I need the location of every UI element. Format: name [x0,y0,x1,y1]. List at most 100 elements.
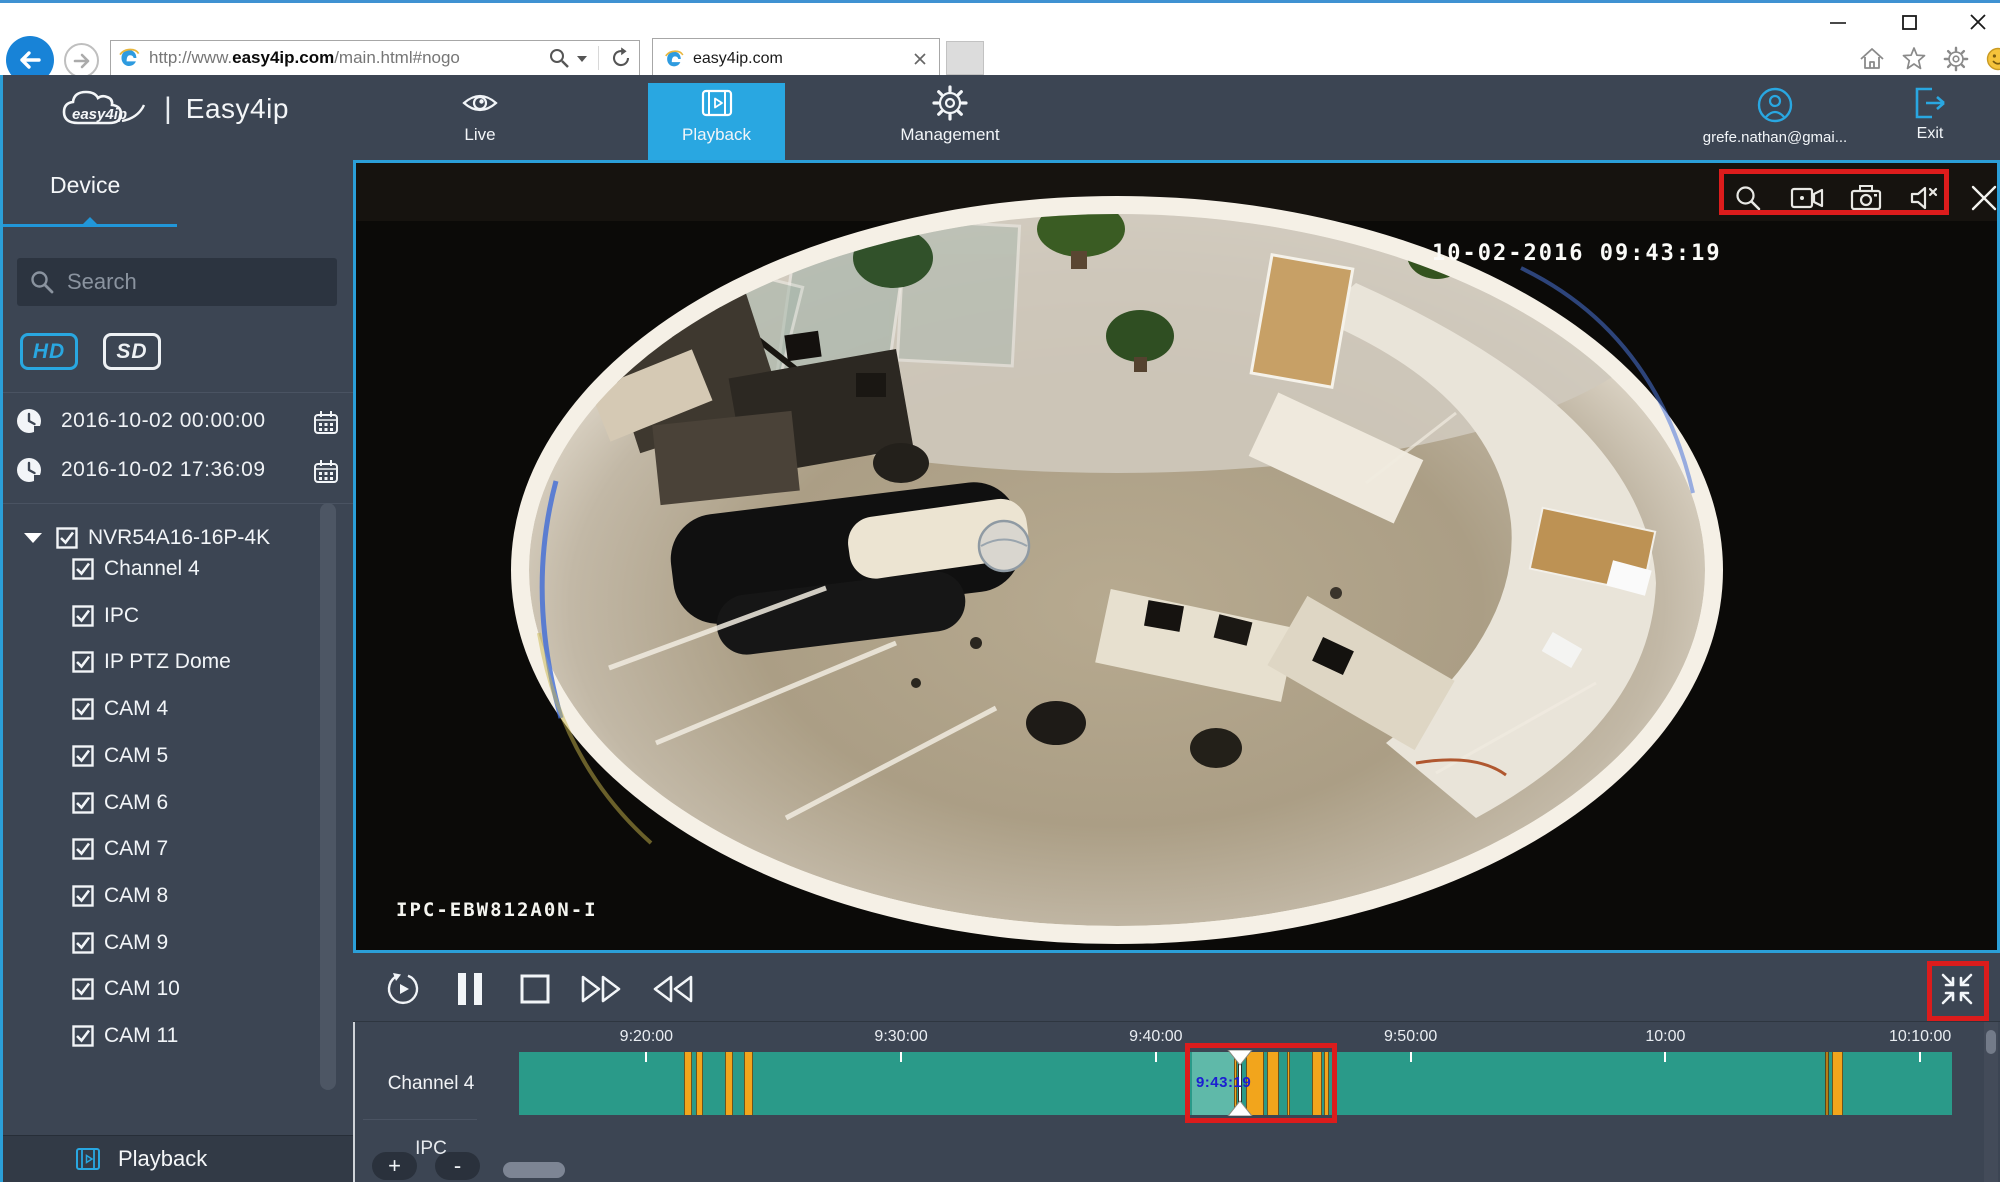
end-time-row: 2016-10-02 17:36:09 [0,455,353,485]
checkbox-icon[interactable] [72,1025,94,1047]
exit-button[interactable]: Exit [1880,85,1980,143]
start-time-row: 2016-10-02 00:00:00 [0,406,353,436]
tree-item-label: NVR54A16-16P-4K [88,526,270,550]
browser-tab[interactable]: easy4ip.com [652,38,940,78]
tree-item-label: Channel 4 [104,557,200,581]
checkbox-icon[interactable] [72,792,94,814]
device-tree: NVR54A16-16P-4K Channel 4 IPC IP PTZ Dome C… [0,505,353,1182]
home-button[interactable] [1858,45,1886,73]
nav-management[interactable]: Management [880,83,1020,160]
home-icon [1859,46,1885,72]
maximize-button[interactable] [1886,9,1932,35]
tree-item-label: CAM 4 [104,697,168,721]
ruler-tick [645,1052,647,1062]
tree-item-nvr[interactable]: NVR54A16-16P-4K [0,523,340,553]
checkbox-icon[interactable] [72,978,94,1000]
tree-item-cam-7[interactable]: CAM 7 [0,834,340,864]
search-icon[interactable] [548,47,570,69]
rewind-button[interactable] [648,966,694,1012]
tab-close-icon[interactable] [911,50,929,68]
favorites-button[interactable] [1900,45,1928,73]
tree-item-label: CAM 8 [104,884,168,908]
nav-live[interactable]: Live [410,83,550,160]
tree-item-label: CAM 10 [104,977,180,1001]
app-window: http://www.easy4ip.com/main.html#nogo ea… [0,0,2000,1182]
address-bar[interactable]: http://www.easy4ip.com/main.html#nogo [110,40,640,76]
timeline-event [696,1052,703,1115]
timeline-scrollbar-thumb[interactable] [1986,1030,1996,1054]
timeline-row-label: Channel 4 [355,1052,507,1115]
checkbox-icon[interactable] [72,838,94,860]
active-tab-caret [82,217,98,225]
tree-item-cam-8[interactable]: CAM 8 [0,881,340,911]
maximize-icon [1898,11,1920,33]
checkbox-icon[interactable] [72,651,94,673]
nav-playback[interactable]: Playback [648,83,785,160]
fast-forward-icon [581,972,625,1006]
search-input[interactable] [67,269,307,295]
timeline-horizontal-scrollbar[interactable] [503,1162,565,1178]
start-time-value[interactable]: 2016-10-02 00:00:00 [61,409,266,433]
sd-button[interactable]: SD [103,333,161,370]
tree-item-channel-4[interactable]: Channel 4 [0,554,340,584]
tree-item-cam-4[interactable]: CAM 4 [0,694,340,724]
app-header: easy4ip | Easy4ip Live [0,75,2000,160]
sidebar-playback-tab[interactable]: Playback [0,1135,353,1182]
ie-logo-icon [117,46,141,70]
settings-button[interactable] [1942,45,1970,73]
tree-item-label: CAM 6 [104,791,168,815]
fast-forward-button[interactable] [580,966,626,1012]
checkbox-icon[interactable] [72,745,94,767]
checkbox-icon[interactable] [72,605,94,627]
tree-item-cam-6[interactable]: CAM 6 [0,788,340,818]
new-tab-button[interactable] [946,41,984,75]
checkbox-icon[interactable] [72,932,94,954]
annotation-box-timeline-playhead [1185,1043,1337,1123]
search-box[interactable] [17,258,337,306]
checkbox-icon[interactable] [72,558,94,580]
device-sidebar: Device HD SD 2016-10-02 00:00:00 [0,160,353,1182]
checkbox-icon[interactable] [72,885,94,907]
exit-icon [1911,85,1949,121]
ruler-tick [1410,1052,1412,1062]
calendar-icon[interactable] [311,457,341,487]
end-time-value[interactable]: 2016-10-02 17:36:09 [61,458,266,482]
calendar-icon[interactable] [311,408,341,438]
timeline-zoom-out-button[interactable]: - [435,1152,480,1180]
stop-button[interactable] [512,966,558,1012]
checkbox-icon[interactable] [56,527,78,549]
replay-button[interactable] [380,966,426,1012]
tree-item-ipc[interactable]: IPC [0,601,340,631]
tree-item-label: IPC [104,604,139,628]
stop-icon [517,971,553,1007]
tree-item-cam-10[interactable]: CAM 10 [0,974,340,1004]
tree-item-ip-ptz-dome[interactable]: IP PTZ Dome [0,647,340,677]
fisheye-camera-view [356,163,1997,950]
forward-button[interactable] [64,43,99,78]
expand-caret-icon[interactable] [24,533,42,543]
url-text: http://www.easy4ip.com/main.html#nogo [149,48,548,68]
tree-item-cam-9[interactable]: CAM 9 [0,928,340,958]
refresh-icon[interactable] [609,46,633,70]
brand-name: Easy4ip [186,93,289,125]
pause-button[interactable] [447,966,493,1012]
ruler-tick [1155,1052,1157,1062]
video-viewport[interactable]: 10-02-2016 09:43:19 IPC-EBW812A0N-I [353,160,2000,953]
sidebar-scrollbar[interactable] [320,503,336,1090]
tree-item-cam-11[interactable]: CAM 11 [0,1021,340,1051]
tab-device[interactable]: Device [50,172,120,199]
account-menu[interactable]: grefe.nathan@gmai... [1665,85,1885,146]
minimize-button[interactable] [1815,9,1861,35]
playback-controls-bar [353,955,2000,1022]
tree-item-cam-5[interactable]: CAM 5 [0,741,340,771]
feedback-button[interactable] [1984,45,2000,73]
timeline-zoom-in-button[interactable]: + [372,1152,417,1180]
nav-label: Management [900,125,999,145]
close-video-button[interactable] [1962,176,2000,220]
checkbox-icon[interactable] [72,698,94,720]
hd-button[interactable]: HD [20,333,78,370]
close-window-button[interactable] [1955,9,2000,35]
close-icon [1968,182,2000,214]
eye-icon [460,83,500,123]
dropdown-caret-icon[interactable] [576,53,588,63]
